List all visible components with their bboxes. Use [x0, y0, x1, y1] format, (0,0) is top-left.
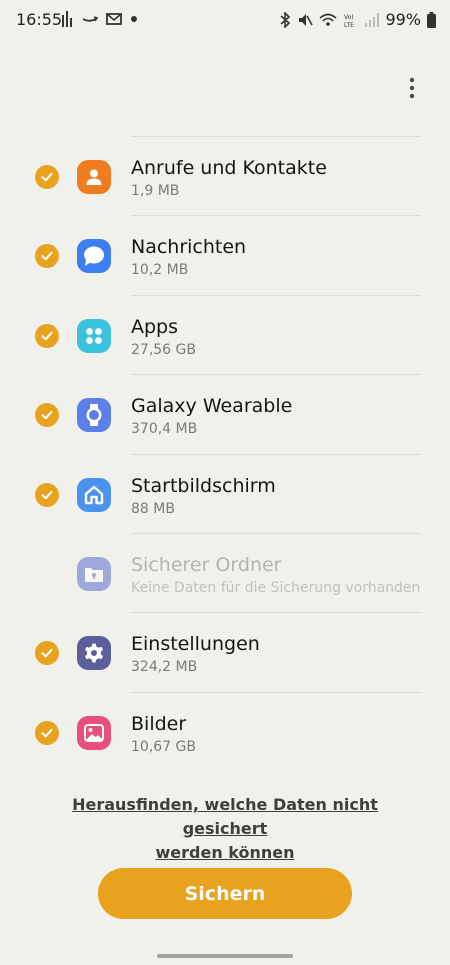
item-size: 370,4 MB	[131, 421, 198, 438]
check-icon	[41, 649, 53, 658]
item-size: 10,67 GB	[131, 738, 196, 755]
checkbox-checked[interactable]	[35, 641, 59, 666]
watch-icon	[86, 404, 102, 427]
signal-icon	[365, 12, 380, 27]
home-icon	[84, 485, 104, 504]
check-icon	[41, 728, 53, 737]
mail-icon	[106, 13, 122, 25]
mute-icon	[299, 13, 314, 26]
item-title: Bilder	[131, 712, 187, 735]
item-size: 88 MB	[131, 500, 175, 517]
status-time: 16:55	[16, 10, 63, 29]
app-icon-secure-folder	[77, 556, 111, 591]
backup-button[interactable]: Sichern	[98, 868, 352, 919]
item-title: Anrufe und Kontakte	[131, 157, 327, 179]
info-link-line1: Herausfinden, welche Daten nicht gesiche…	[72, 795, 378, 838]
dot-icon	[131, 16, 137, 22]
info-link-line2: werden können	[155, 843, 295, 862]
home-indicator[interactable]	[157, 954, 293, 958]
app-icon-home-screen	[77, 477, 111, 512]
backup-item-calls-contacts[interactable]: Anrufe und Kontakte 1,9 MB	[0, 137, 450, 217]
apps-grid-icon	[86, 327, 102, 344]
item-size: 10,2 MB	[131, 262, 189, 279]
app-icon-images	[77, 715, 111, 750]
person-icon	[86, 169, 102, 185]
backup-item-home-screen[interactable]: Startbildschirm 88 MB	[0, 455, 450, 534]
app-icon-messages	[77, 239, 111, 274]
battery-icon	[427, 11, 436, 28]
item-title: Startbildschirm	[131, 474, 276, 497]
check-icon	[41, 252, 53, 261]
amazon-icon	[82, 16, 98, 22]
volte-icon: Vo) LTE	[344, 14, 354, 28]
message-icon	[84, 246, 104, 267]
backup-item-images[interactable]: Bilder 10,67 GB	[0, 693, 450, 772]
check-icon	[41, 331, 53, 340]
app-icon-settings	[77, 636, 111, 671]
checkbox-checked[interactable]	[35, 323, 59, 348]
item-title: Nachrichten	[131, 236, 247, 259]
backup-item-apps[interactable]: Apps 27,56 GB	[0, 296, 450, 376]
bluetooth-icon	[280, 11, 291, 28]
battery-percentage: 99%	[385, 10, 421, 29]
app-icon-calls-contacts	[77, 160, 111, 194]
app-icon-apps	[77, 318, 111, 353]
item-title: Sicherer Ordner	[131, 553, 282, 576]
checkbox-checked[interactable]	[35, 720, 59, 745]
backup-category-list: Anrufe und Kontakte 1,9 MB Nachrichten 1…	[0, 137, 450, 772]
secure-folder-icon	[85, 567, 103, 582]
checkbox-checked[interactable]	[35, 482, 59, 507]
backup-item-galaxy-wearable[interactable]: Galaxy Wearable 370,4 MB	[0, 375, 450, 455]
checkbox-checked[interactable]	[35, 165, 59, 189]
activity-icon	[62, 11, 72, 27]
wifi-calling-icon	[319, 13, 337, 26]
svg-text:LTE: LTE	[344, 22, 354, 28]
checkbox-checked[interactable]	[35, 403, 59, 428]
check-icon	[41, 490, 53, 499]
item-title: Einstellungen	[131, 633, 260, 656]
backup-item-secure-folder: Sicherer Ordner Keine Daten für die Sich…	[0, 534, 450, 614]
checkbox-checked[interactable]	[35, 244, 59, 269]
item-title: Galaxy Wearable	[131, 395, 293, 418]
item-size: Keine Daten für die Sicherung vorhanden	[131, 579, 421, 596]
gear-icon	[85, 643, 103, 663]
more-vert-icon	[409, 77, 415, 99]
item-title: Apps	[131, 315, 179, 338]
svg-text:Vo): Vo)	[344, 14, 354, 21]
check-icon	[41, 172, 53, 182]
item-size: 27,56 GB	[131, 341, 196, 358]
item-size: 324,2 MB	[131, 659, 198, 676]
backup-item-settings[interactable]: Einstellungen 324,2 MB	[0, 613, 450, 693]
image-icon	[84, 723, 104, 742]
app-icon-galaxy-wearable	[77, 398, 111, 433]
more-options-button[interactable]	[398, 74, 426, 102]
status-bar: 16:55 Vo) LTE 99%	[0, 0, 450, 40]
check-icon	[41, 410, 53, 420]
item-size: 1,9 MB	[131, 183, 180, 199]
unbacked-data-info-link[interactable]: Herausfinden, welche Daten nicht gesiche…	[30, 793, 420, 865]
backup-item-messages[interactable]: Nachrichten 10,2 MB	[0, 216, 450, 296]
